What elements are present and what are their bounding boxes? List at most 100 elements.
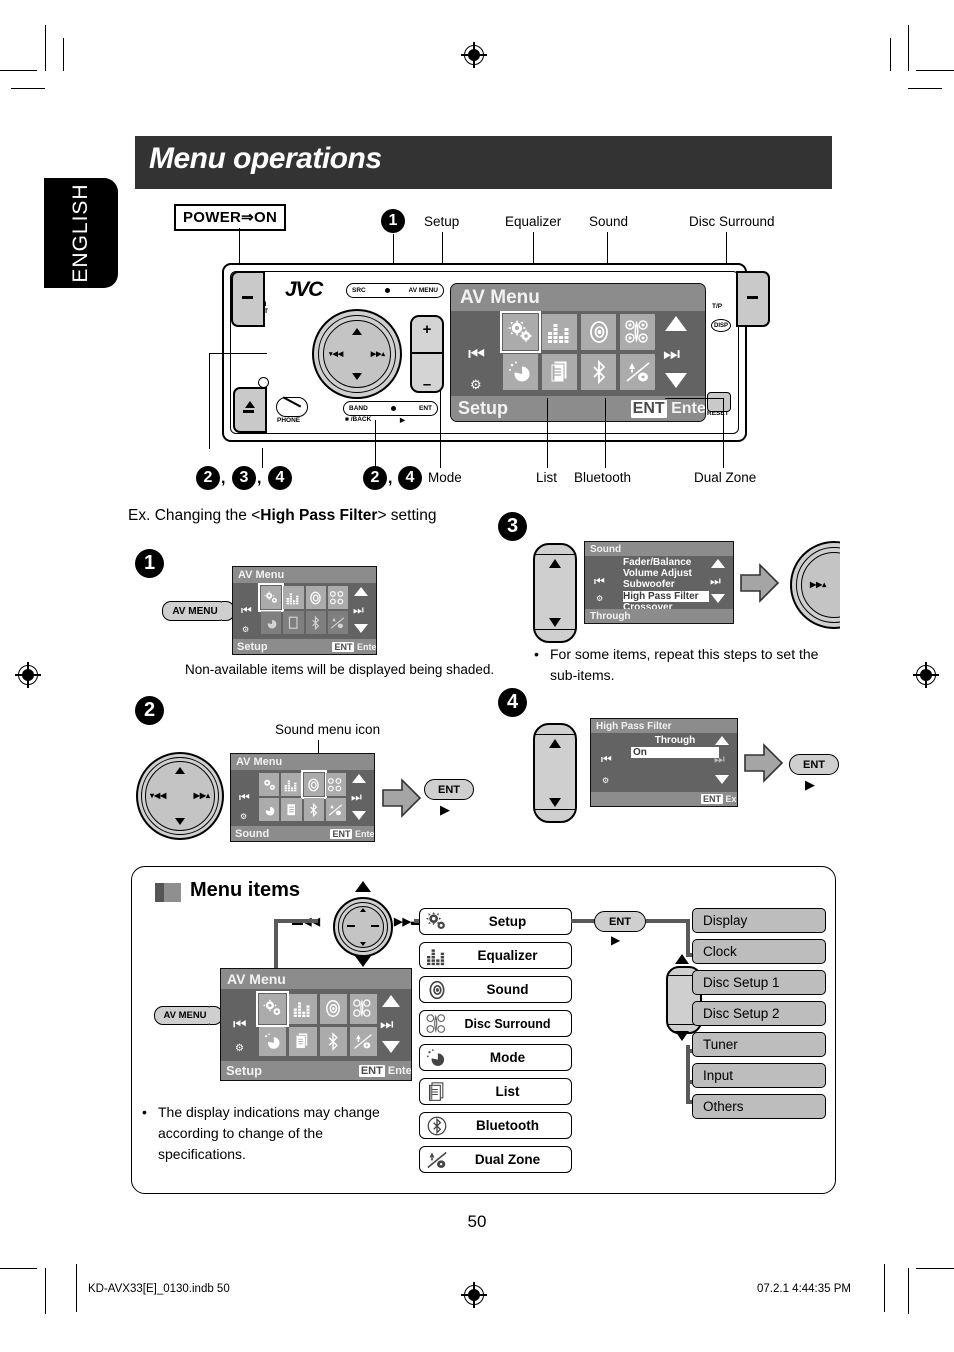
menu-button-mode[interactable]: Mode xyxy=(419,1044,572,1071)
dial-prev-icon[interactable]: ▾◀◀ xyxy=(329,350,343,358)
step2-cell-equalizer[interactable] xyxy=(281,773,302,796)
band-ent-button[interactable]: BAND ENT xyxy=(343,401,438,416)
sub-button-tuner[interactable]: Tuner xyxy=(692,1032,826,1057)
step3-item-0[interactable]: Fader/Balance xyxy=(623,557,709,568)
mi-prev-icon[interactable]: ⏮ xyxy=(233,1016,247,1033)
unit-right-tab[interactable] xyxy=(736,271,770,327)
step2-cell-disc-surround[interactable] xyxy=(325,773,346,796)
step3-rocker-up-icon[interactable] xyxy=(549,559,561,568)
lcd-nav-down-icon[interactable] xyxy=(665,373,687,388)
step2-cell-sound[interactable] xyxy=(300,770,327,799)
mi-rocker-down-arrow-icon[interactable] xyxy=(675,1031,689,1041)
step2-cell-list[interactable] xyxy=(281,798,302,821)
sub-button-input[interactable]: Input xyxy=(692,1063,826,1088)
step1-cell-setup[interactable] xyxy=(257,583,285,612)
lcd-cell-equalizer[interactable] xyxy=(542,314,577,350)
mi-nav-down-icon[interactable] xyxy=(382,1041,400,1053)
step2-nav-down-icon[interactable] xyxy=(352,811,366,820)
step2-cell-dual-zone[interactable] xyxy=(325,798,346,821)
mi-cell-setup[interactable] xyxy=(255,991,290,1027)
mi-av-menu-button[interactable]: AV MENU xyxy=(154,1006,216,1025)
disp-button[interactable]: DISP xyxy=(711,319,731,332)
dial-up-icon[interactable] xyxy=(352,328,362,335)
mi-ent-button[interactable]: ENT xyxy=(594,911,646,932)
sub-button-others[interactable]: Others xyxy=(692,1094,826,1119)
unit-left-tab[interactable] xyxy=(231,271,265,327)
dial-down-icon[interactable] xyxy=(352,373,362,380)
sub-button-display[interactable]: Display xyxy=(692,908,826,933)
step2-cell-bluetooth[interactable] xyxy=(303,798,324,821)
step4-prev-icon[interactable]: ⏮ xyxy=(601,752,612,767)
mi-cell-bluetooth[interactable] xyxy=(319,1026,347,1056)
step2-cell-mode[interactable] xyxy=(259,798,280,821)
step3-rocker-control[interactable] xyxy=(533,543,577,643)
step1-av-menu-button[interactable]: AV MENU xyxy=(162,601,228,621)
sub-button-disc-setup-1[interactable]: Disc Setup 1 xyxy=(692,970,826,995)
menu-button-equalizer[interactable]: Equalizer xyxy=(419,942,572,969)
sub-button-clock[interactable]: Clock xyxy=(692,939,826,964)
menu-items-control-wheel[interactable] xyxy=(333,897,393,957)
step1-cell-list[interactable] xyxy=(283,611,304,634)
step1-cell-dual-zone[interactable] xyxy=(327,611,348,634)
step1-nav-down-icon[interactable] xyxy=(354,624,368,633)
menu-button-disc-surround[interactable]: Disc Surround xyxy=(419,1010,572,1037)
mi-wheel-left-dash-icon[interactable] xyxy=(347,925,355,927)
phone-button[interactable] xyxy=(276,396,308,417)
step3-item-2[interactable]: Subwoofer xyxy=(623,579,709,590)
menu-button-sound[interactable]: Sound xyxy=(419,976,572,1003)
lcd-cell-list[interactable] xyxy=(542,354,577,390)
control-dial[interactable]: ▾◀◀ ▶▶▴ xyxy=(312,309,402,399)
step1-cell-bluetooth[interactable] xyxy=(305,611,326,634)
mi-cell-mode[interactable] xyxy=(259,1026,287,1056)
dial-next-icon[interactable]: ▶▶▴ xyxy=(371,350,385,358)
step4-rocker-down-icon[interactable] xyxy=(549,798,561,807)
mi-cell-equalizer[interactable] xyxy=(289,994,317,1024)
lcd-next-icon[interactable]: ⏭ xyxy=(663,344,680,366)
step4-item-0[interactable]: Through xyxy=(631,735,719,747)
step3-dial-next-icon[interactable]: ▶▶▴ xyxy=(810,580,826,589)
mi-cell-dual-zone[interactable] xyxy=(349,1026,377,1056)
step2-wheel-prev-icon[interactable]: ▾◀◀ xyxy=(150,791,166,800)
step2-next-icon[interactable]: ⏭ xyxy=(351,790,362,805)
lcd-cell-sound[interactable] xyxy=(581,314,616,350)
menu-button-bluetooth[interactable]: Bluetooth xyxy=(419,1112,572,1139)
step2-wheel-up-icon[interactable] xyxy=(175,767,185,774)
step4-next-icon[interactable]: ⏭ xyxy=(714,752,725,767)
step1-cell-sound[interactable] xyxy=(305,586,326,609)
step4-item-1-selected[interactable]: On xyxy=(631,746,719,758)
step3-nav-down-icon[interactable] xyxy=(711,594,725,603)
step3-item-1[interactable]: Volume Adjust xyxy=(623,568,709,579)
step2-prev-icon[interactable]: ⏮ xyxy=(239,790,250,805)
step2-cell-setup[interactable] xyxy=(259,773,280,796)
step1-cell-equalizer[interactable] xyxy=(283,586,304,609)
lcd-cell-bluetooth[interactable] xyxy=(581,354,616,390)
step1-nav-up-icon[interactable] xyxy=(354,587,368,596)
menu-button-setup[interactable]: Setup xyxy=(419,908,572,935)
menu-button-list[interactable]: List xyxy=(419,1078,572,1105)
step2-ent-button[interactable]: ENT xyxy=(424,779,474,800)
step1-cell-disc-surround[interactable] xyxy=(327,586,348,609)
lcd-nav-up-icon[interactable] xyxy=(665,316,687,331)
step4-ent-button[interactable]: ENT xyxy=(789,754,839,775)
step4-nav-down-icon[interactable] xyxy=(715,775,729,784)
sub-button-disc-setup-2[interactable]: Disc Setup 2 xyxy=(692,1001,826,1026)
screen-angle-icon[interactable] xyxy=(707,392,731,412)
mi-nav-up-icon[interactable] xyxy=(382,995,400,1007)
lcd-cell-dual-zone[interactable] xyxy=(620,354,655,390)
mi-wheel-right-dash-icon[interactable] xyxy=(371,925,379,927)
lcd-cell-mode[interactable] xyxy=(503,354,538,390)
step4-rocker-control[interactable] xyxy=(533,723,577,823)
mi-cell-list[interactable] xyxy=(289,1026,317,1056)
step2-wheel-next-icon[interactable]: ▶▶▴ xyxy=(194,791,210,800)
step2-nav-up-icon[interactable] xyxy=(352,774,366,783)
step4-nav-up-icon[interactable] xyxy=(715,736,729,745)
step2-wheel-down-icon[interactable] xyxy=(175,818,185,825)
lcd-cell-disc-surround[interactable] xyxy=(620,314,655,350)
step3-item-3-selected[interactable]: High Pass Filter xyxy=(623,590,709,602)
step3-rocker-down-icon[interactable] xyxy=(549,618,561,627)
src-avmenu-button[interactable]: SRC AV MENU xyxy=(346,283,444,298)
step3-next-icon[interactable]: ⏭ xyxy=(710,574,721,589)
step3-nav-up-icon[interactable] xyxy=(711,559,725,568)
step3-prev-icon[interactable]: ⏮ xyxy=(594,574,605,589)
lcd-cell-setup[interactable] xyxy=(500,311,541,353)
